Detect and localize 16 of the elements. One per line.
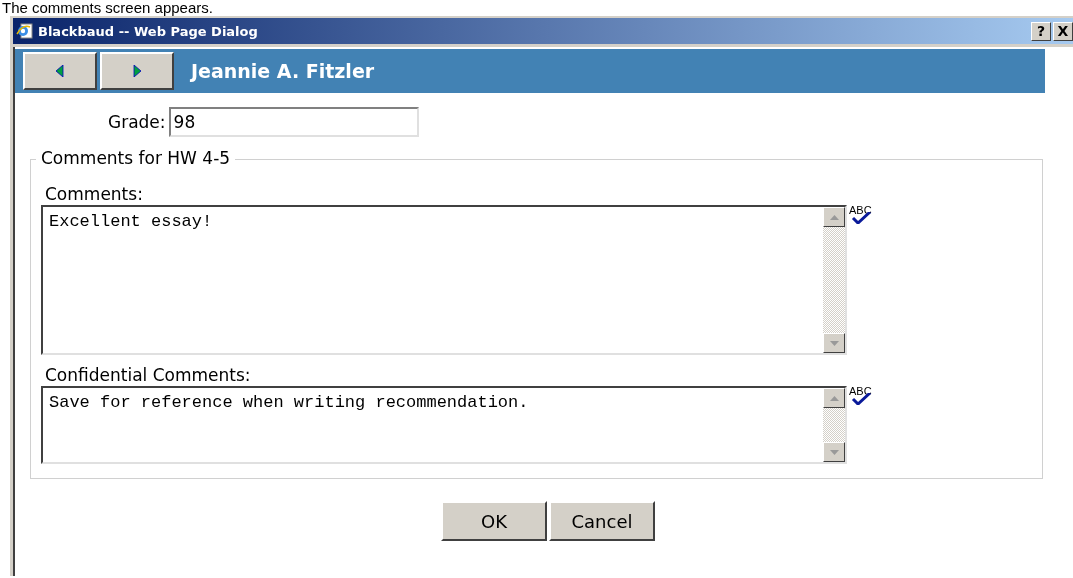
- field-label: Confidential Comments:: [45, 365, 252, 385]
- close-button[interactable]: X: [1053, 21, 1073, 41]
- ok-button[interactable]: OK: [441, 501, 547, 541]
- previous-button[interactable]: [23, 52, 97, 90]
- cancel-button[interactable]: Cancel: [549, 501, 655, 541]
- field-label: Comments:: [45, 184, 144, 204]
- grade-label: Grade:: [108, 112, 166, 132]
- left-triangle-icon: [56, 65, 64, 77]
- help-button[interactable]: ?: [1031, 21, 1051, 41]
- browser-page-icon: [16, 22, 34, 40]
- right-triangle-icon: [133, 65, 141, 77]
- caption-text: The comments screen appears.: [1, 0, 214, 16]
- next-button[interactable]: [100, 52, 174, 90]
- grade-field[interactable]: 98: [168, 107, 419, 137]
- student-name: Jeannie A. Fitzler: [191, 60, 375, 82]
- window-title: Blackbaud -- Web Page Dialog: [38, 23, 258, 39]
